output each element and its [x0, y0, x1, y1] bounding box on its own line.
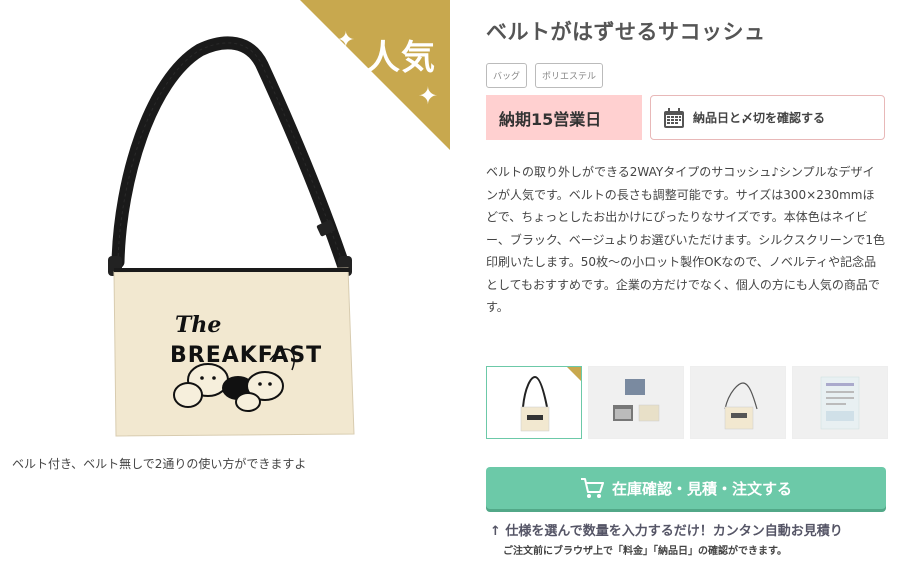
image-caption: ベルト付き、ベルト無しで2通りの使い方ができますよ: [12, 457, 307, 471]
order-note-sub: ご注文前にブラウザ上で「料金」「納品日」の確認ができます。: [503, 546, 787, 557]
order-button[interactable]: 在庫確認・見積・注文する: [486, 467, 886, 509]
product-title: ベルトがはずせるサコッシュ: [486, 20, 766, 44]
bag-print-the: The: [175, 312, 221, 338]
bag-print-breakfast: BREAKFAST: [170, 343, 322, 368]
thumbnail-2[interactable]: [588, 366, 684, 439]
thumbnail-4[interactable]: [792, 366, 888, 439]
popular-badge: 人気: [366, 38, 436, 78]
cart-icon: [580, 478, 604, 498]
order-note-main: ↑ 仕様を選んで数量を入力するだけ！カンタン自動お見積り: [490, 524, 843, 539]
sparkle-icon: ✦: [336, 28, 355, 53]
confirm-deadline-button[interactable]: 納品日と〆切を確認する: [650, 95, 885, 140]
order-button-label: 在庫確認・見積・注文する: [611, 479, 792, 498]
product-description: ベルトの取り外しができる2WAYタイプのサコッシュ♪シンプルなデザインが人気です…: [486, 165, 885, 314]
confirm-deadline-label: 納品日と〆切を確認する: [693, 111, 826, 125]
main-product-image: The BREAKFAST ✦ ✦ 人気: [0, 0, 450, 440]
tag-list: バッグ ポリエステル: [486, 63, 604, 88]
calendar-icon: [664, 107, 684, 128]
sparkle-icon: ✦: [417, 82, 438, 110]
tag-polyester[interactable]: ポリエステル: [535, 63, 604, 88]
lead-time-badge: 納期15営業日: [486, 95, 642, 140]
thumbnail-3[interactable]: [690, 366, 786, 439]
tag-bag[interactable]: バッグ: [486, 63, 528, 88]
thumbnail-1[interactable]: [486, 366, 582, 439]
thumbnail-list: [486, 366, 888, 439]
